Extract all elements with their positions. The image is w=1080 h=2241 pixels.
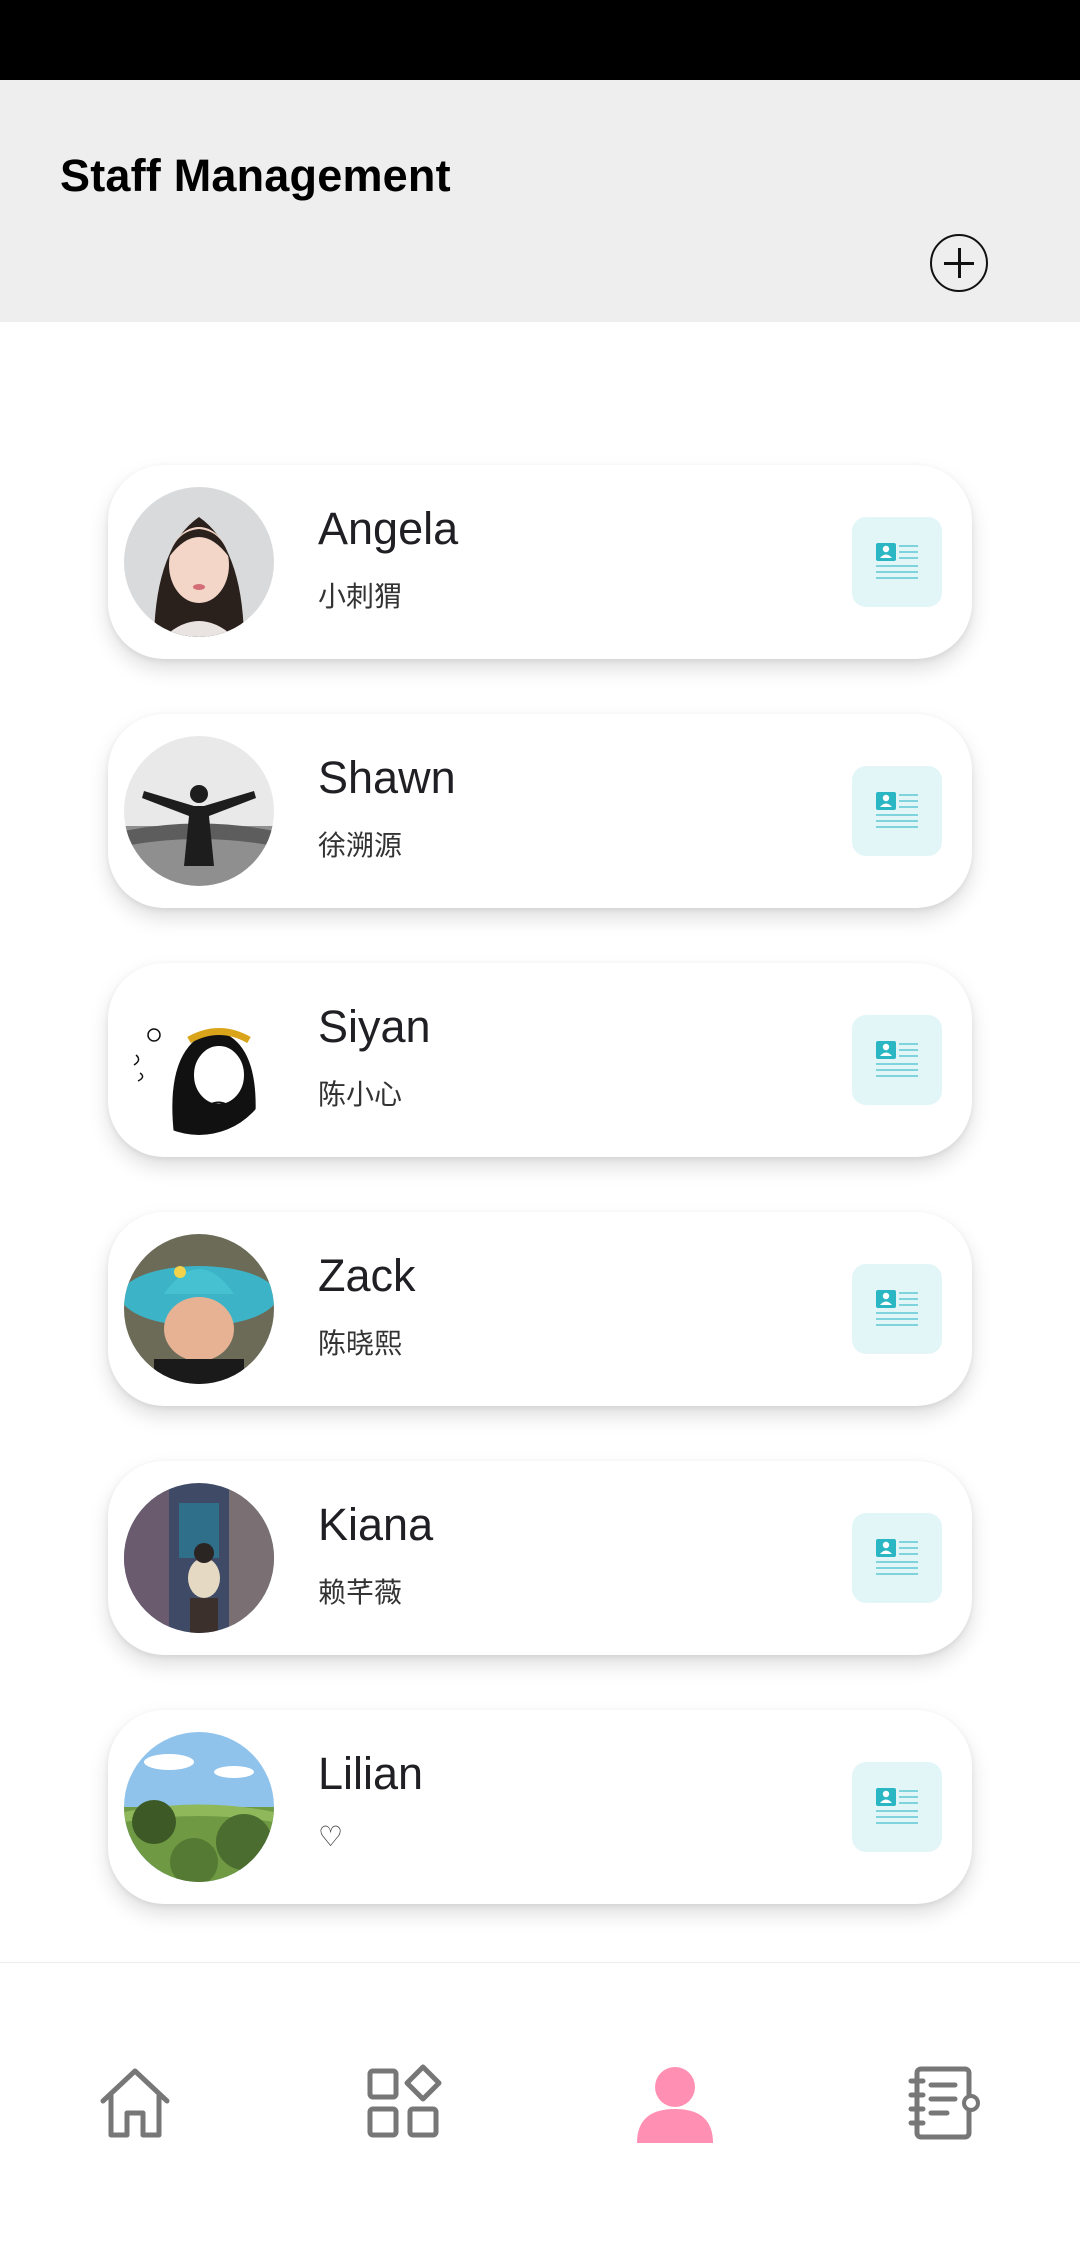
staff-name: Lilian xyxy=(318,1748,424,1799)
profile-card-button[interactable] xyxy=(852,766,942,856)
profile-card-button[interactable] xyxy=(852,1015,942,1105)
home-icon xyxy=(100,2068,170,2138)
staff-name: Angela xyxy=(318,503,459,554)
staff-nickname: 小刺猬 xyxy=(318,581,403,612)
notebook-icon xyxy=(908,2066,980,2140)
apps-grid-icon xyxy=(367,2064,442,2138)
staff-card[interactable]: Shawn 徐溯源 xyxy=(108,714,972,908)
profile-card-button[interactable] xyxy=(852,1762,942,1852)
staff-name: Siyan xyxy=(318,1001,431,1052)
staff-card[interactable]: Siyan 陈小心 xyxy=(108,963,972,1157)
staff-card[interactable]: Kiana 赖芊薇 xyxy=(108,1461,972,1655)
avatar xyxy=(124,736,274,886)
contact-card-icon xyxy=(876,1041,918,1077)
staff-nickname: 徐溯源 xyxy=(318,830,403,861)
nav-apps[interactable] xyxy=(364,2063,444,2143)
staff-card[interactable]: Angela 小刺猬 xyxy=(108,465,972,659)
avatar xyxy=(124,1732,274,1882)
contact-card-icon xyxy=(876,1788,918,1824)
staff-nickname: 陈小心 xyxy=(318,1079,403,1110)
nav-staff[interactable] xyxy=(635,2063,715,2143)
profile-card-button[interactable] xyxy=(852,517,942,607)
staff-nickname: 陈晓熙 xyxy=(318,1328,403,1359)
avatar xyxy=(124,985,274,1135)
staff-name: Zack xyxy=(318,1250,416,1301)
contact-card-icon xyxy=(876,792,918,828)
nav-home[interactable] xyxy=(95,2063,175,2143)
avatar xyxy=(124,1234,274,1384)
staff-nickname: 赖芊薇 xyxy=(318,1577,403,1608)
staff-name: Shawn xyxy=(318,752,456,803)
page-title: Staff Management xyxy=(60,150,451,201)
staff-list[interactable]: Angela 小刺猬 Shawn 徐溯源 Siyan 陈小心 Zack 陈晓熙 … xyxy=(0,322,1080,1962)
person-icon xyxy=(637,2067,713,2143)
status-bar xyxy=(0,0,1080,80)
staff-card[interactable]: Zack 陈晓熙 xyxy=(108,1212,972,1406)
avatar xyxy=(124,487,274,637)
contact-card-icon xyxy=(876,543,918,579)
staff-nickname: ♡ xyxy=(318,1821,344,1852)
add-staff-button[interactable] xyxy=(930,234,988,292)
contact-card-icon xyxy=(876,1290,918,1326)
staff-card[interactable]: Lilian ♡ xyxy=(108,1710,972,1904)
nav-notebook[interactable] xyxy=(905,2063,985,2143)
contact-card-icon xyxy=(876,1539,918,1575)
profile-card-button[interactable] xyxy=(852,1513,942,1603)
profile-card-button[interactable] xyxy=(852,1264,942,1354)
bottom-navigation xyxy=(0,1962,1080,2241)
staff-name: Kiana xyxy=(318,1499,434,1550)
avatar xyxy=(124,1483,274,1633)
